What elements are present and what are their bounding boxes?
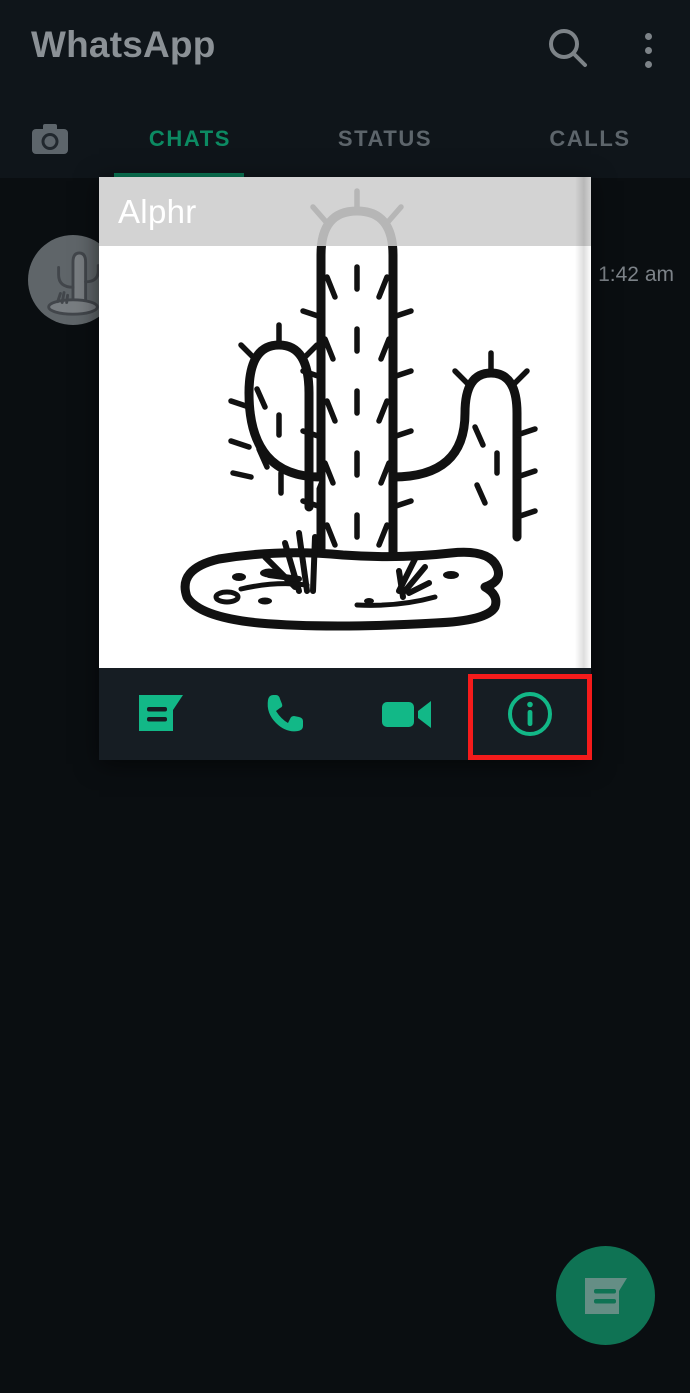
phone-icon [267,695,303,732]
tab-chats[interactable]: CHATS [100,100,280,178]
tab-calls[interactable]: CALLS [490,100,690,178]
tab-calls-label: CALLS [549,126,631,151]
voice-call-action-button[interactable] [222,668,345,760]
video-call-action-button[interactable] [345,668,468,760]
dialog-action-bar [99,668,591,760]
app-bar: WhatsApp [0,0,690,100]
message-action-button[interactable] [99,668,222,760]
contact-name: Alphr [118,192,197,230]
tab-chats-label: CHATS [148,126,232,151]
tab-bar: CHATS STATUS CALLS [0,100,690,178]
contact-quick-dialog: Alphr [99,177,591,760]
contact-name-band: Alphr [99,177,591,246]
video-icon [381,701,431,728]
app-title: WhatsApp [31,24,216,65]
more-vertical-icon[interactable] [628,22,668,74]
search-icon[interactable] [542,22,594,74]
chat-timestamp: 1:42 am [598,263,674,286]
contact-photo[interactable]: Alphr [99,177,591,668]
tab-camera[interactable] [0,100,100,178]
camera-icon [32,124,68,154]
new-chat-fab[interactable] [556,1246,655,1345]
info-icon [507,692,552,736]
tab-status[interactable]: STATUS [290,100,480,178]
whatsapp-screen: WhatsApp CHATS STATUS CALLS 1:42 am Alph… [0,0,690,1393]
cactus-photo [99,177,591,668]
tab-status-label: STATUS [337,126,433,151]
photo-edge-shadow [575,177,591,668]
message-icon [138,695,183,731]
new-chat-icon [584,1277,627,1314]
info-action-button[interactable] [468,668,591,760]
